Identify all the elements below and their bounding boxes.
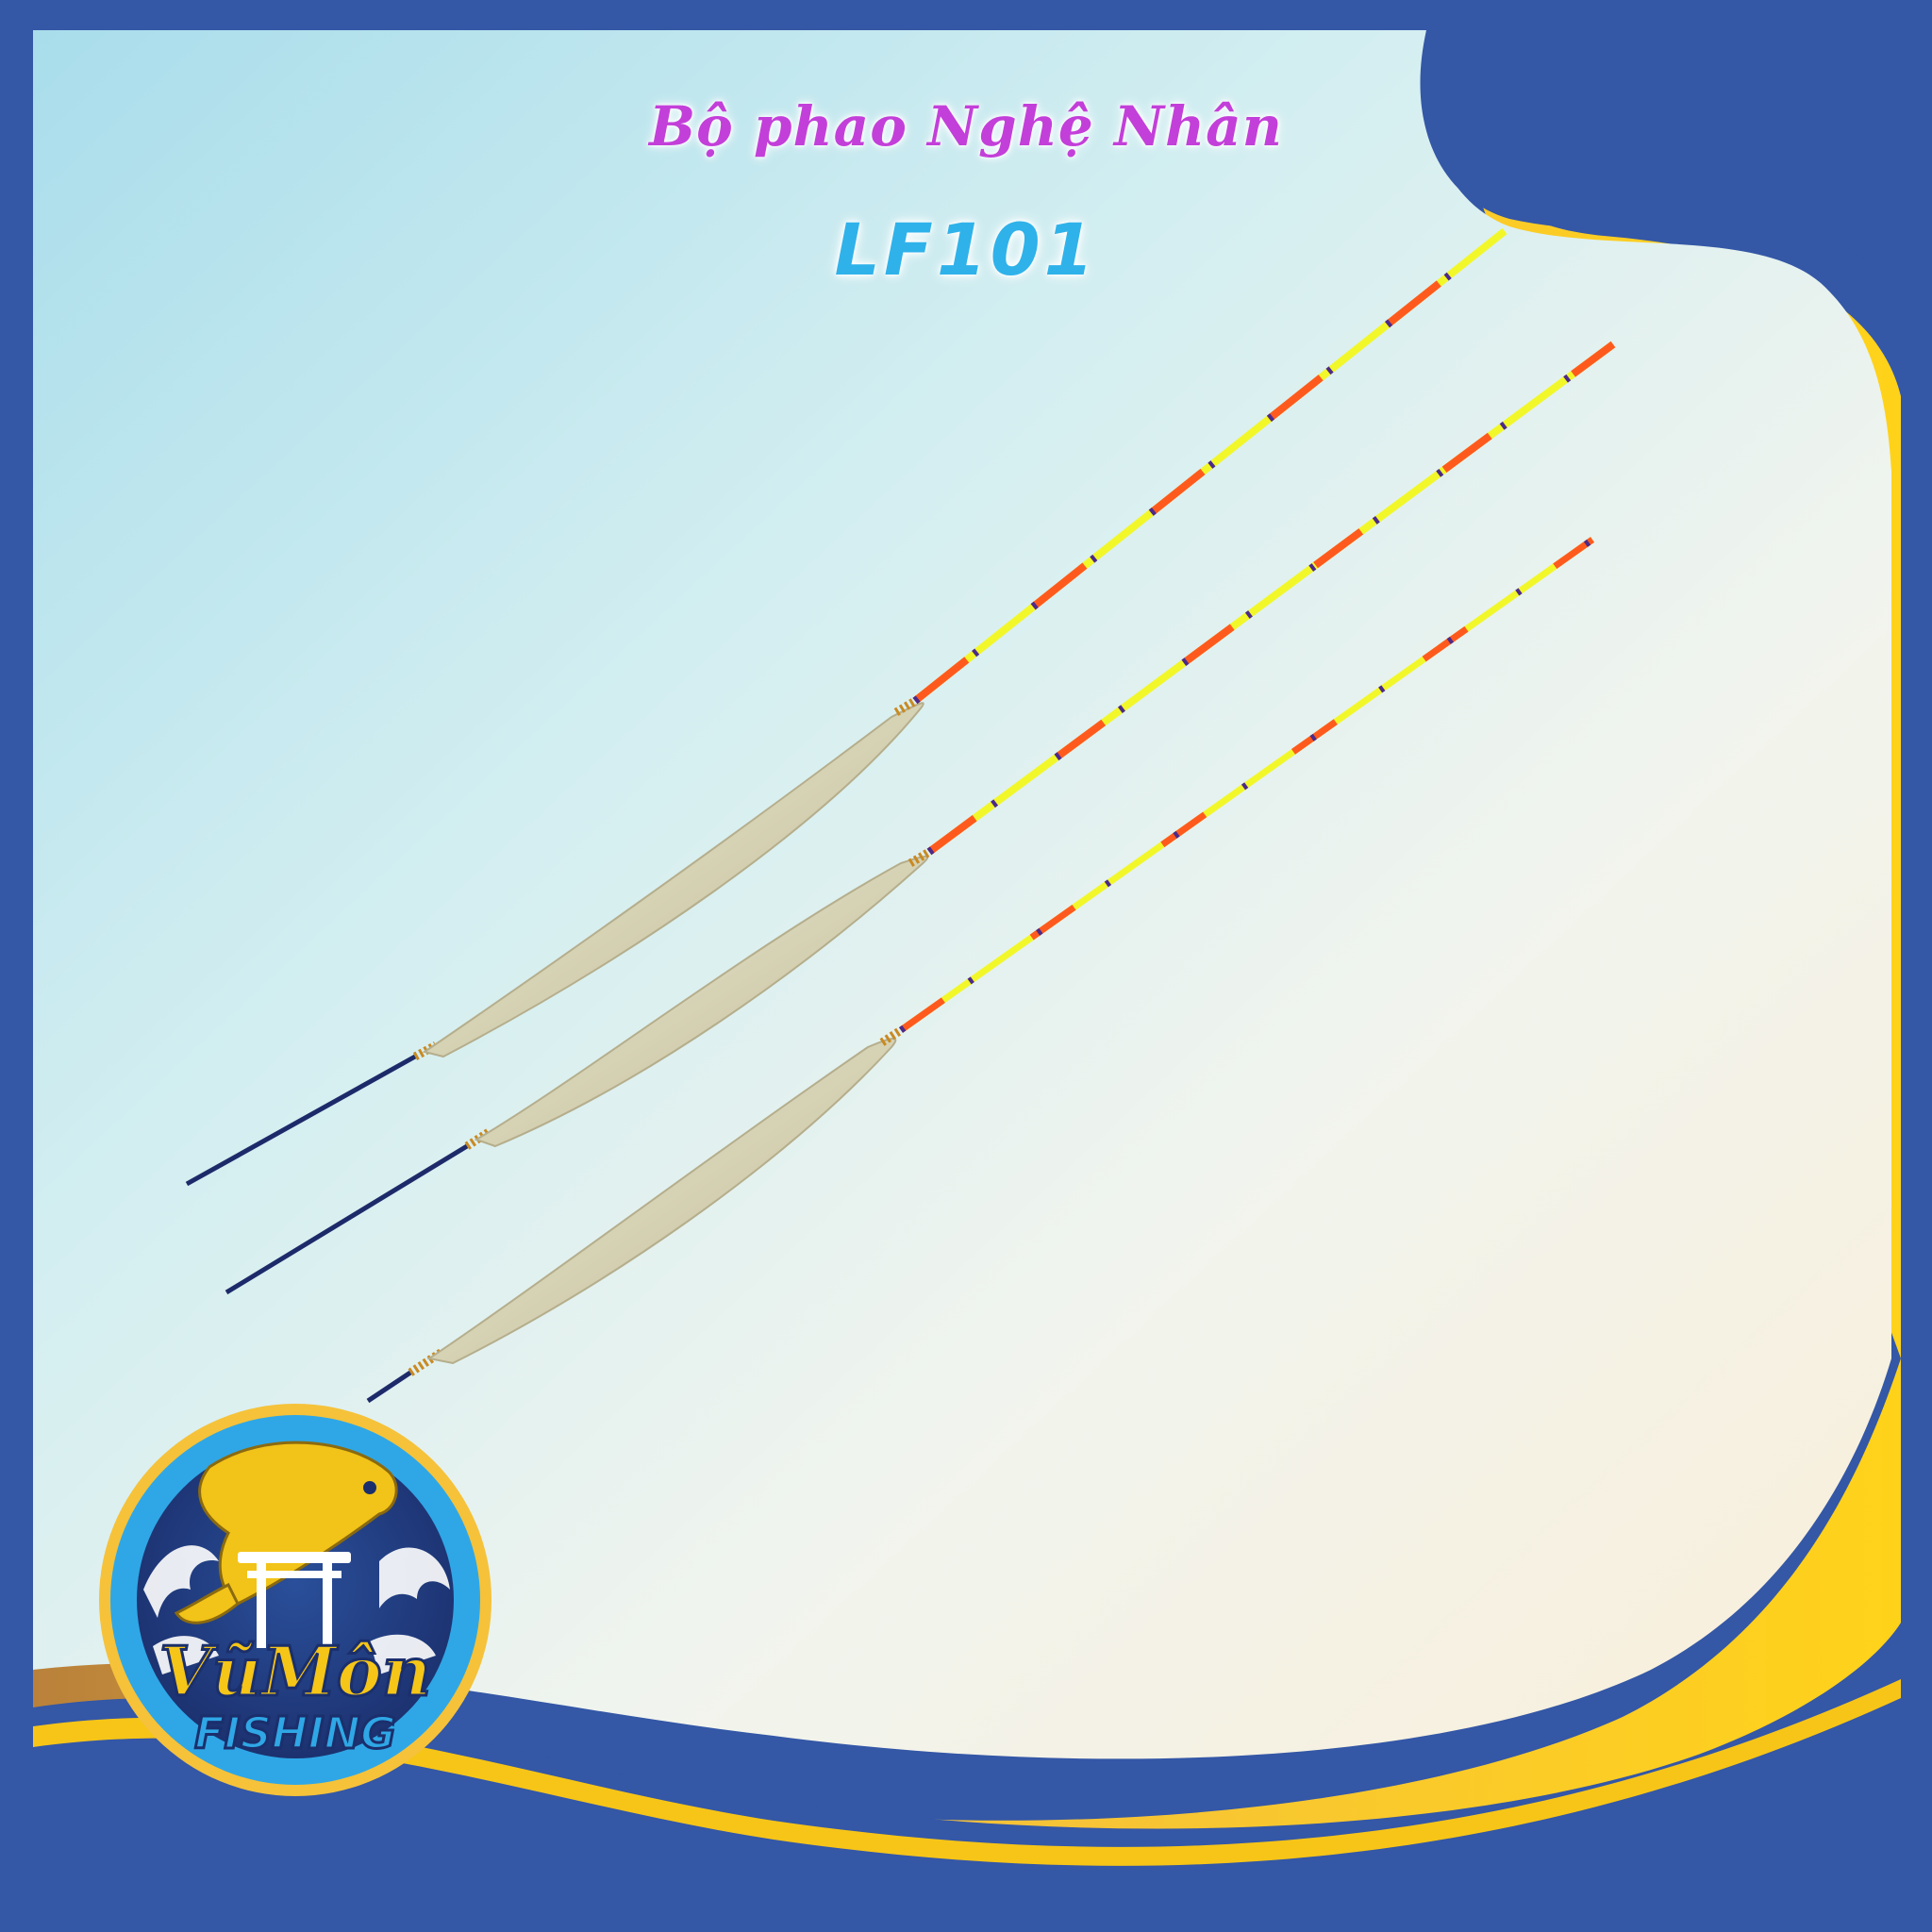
float-1-keel [185, 1054, 417, 1187]
brand-logo: VũMôn FISHING [99, 1404, 491, 1796]
float-1-body [422, 702, 924, 1058]
float-1 [185, 227, 1507, 1187]
brand-tagline: FISHING [194, 1707, 396, 1758]
float-3-keel [366, 1370, 412, 1404]
float-3-body [426, 1038, 897, 1365]
float-2-keel [225, 1143, 469, 1295]
brand-name: VũMôn [159, 1631, 431, 1711]
float-2 [225, 341, 1616, 1295]
product-image: Bộ phao Nghệ Nhân LF101 VũMôn FISHING [0, 0, 1932, 1932]
